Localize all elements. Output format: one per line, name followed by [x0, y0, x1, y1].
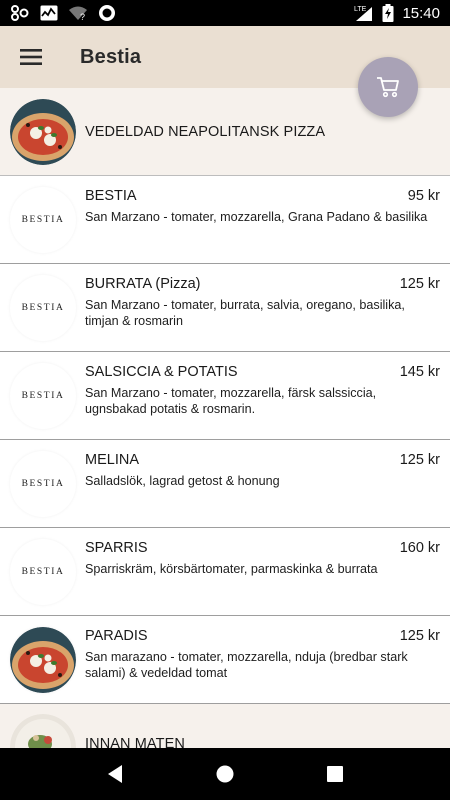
item-description: Salladslök, lagrad getost & honung: [85, 474, 280, 488]
item-name: SALSICCIA & POTATIS: [85, 364, 238, 380]
menu-button[interactable]: [0, 26, 62, 88]
dish-image: [10, 714, 76, 748]
home-icon: [216, 765, 234, 783]
hamburger-menu-icon: [20, 49, 42, 65]
item-price: 160 kr: [399, 540, 440, 556]
menu-item[interactable]: BESTIA BURRATA (Pizza) 125 kr San Marzan…: [0, 264, 450, 352]
item-price: 125 kr: [399, 452, 440, 468]
svg-text:LTE: LTE: [354, 6, 367, 13]
recents-icon: [327, 766, 343, 782]
item-name: SPARRIS: [85, 540, 148, 556]
item-price: 95 kr: [407, 188, 440, 204]
status-bar: ? LTE 15:40: [0, 0, 450, 26]
item-description: San Marzano - tomater, mozzarella, färsk…: [85, 386, 377, 416]
menu-item[interactable]: BESTIA SPARRIS 160 kr Sparriskräm, körsb…: [0, 528, 450, 616]
item-price: 125 kr: [399, 276, 440, 292]
brand-logo: BESTIA: [10, 275, 76, 341]
brand-logo: BESTIA: [10, 539, 76, 605]
brand-logo-text: BESTIA: [21, 303, 65, 313]
menu-item[interactable]: PARADIS 125 kr San marazano - tomater, m…: [0, 616, 450, 704]
item-name: BURRATA (Pizza): [85, 276, 201, 292]
wifi-unknown-icon: ?: [68, 5, 88, 21]
brand-logo: BESTIA: [10, 363, 76, 429]
category-header-innan-maten[interactable]: INNAN MATEN: [0, 704, 450, 748]
pizza-image: [10, 98, 76, 165]
status-time: 15:40: [402, 4, 440, 22]
signal-icon: LTE: [352, 4, 374, 22]
category-name: INNAN MATEN: [85, 736, 185, 748]
cart-button[interactable]: [358, 57, 418, 117]
brand-logo: BESTIA: [10, 451, 76, 517]
record-icon: [98, 4, 116, 22]
activity-icon: [40, 5, 58, 21]
item-description: Sparriskräm, körsbärtomater, parmaskinka…: [85, 562, 378, 576]
brand-logo-text: BESTIA: [21, 215, 65, 225]
menu-item[interactable]: BESTIA BESTIA 95 kr San Marzano - tomate…: [0, 176, 450, 264]
brand-logo: BESTIA: [10, 187, 76, 253]
category-name: VEDELDAD NEAPOLITANSK PIZZA: [85, 123, 326, 140]
pizza-image: [10, 627, 76, 693]
menu-list[interactable]: VEDELDAD NEAPOLITANSK PIZZA BESTIA BESTI…: [0, 88, 450, 748]
notification-icon: [10, 5, 30, 21]
back-icon: [108, 765, 122, 783]
menu-item[interactable]: BESTIA SALSICCIA & POTATIS 145 kr San Ma…: [0, 352, 450, 440]
navigation-bar: [0, 748, 450, 800]
status-bar-right: LTE 15:40: [352, 4, 440, 22]
item-name: MELINA: [85, 452, 139, 468]
item-price: 125 kr: [399, 628, 440, 644]
home-button[interactable]: [201, 750, 249, 798]
svg-text:?: ?: [80, 12, 85, 21]
back-button[interactable]: [91, 750, 139, 798]
item-name: BESTIA: [85, 188, 137, 204]
item-name: PARADIS: [85, 628, 148, 644]
app-title: Bestia: [80, 45, 142, 68]
shopping-cart-icon: [377, 77, 399, 98]
brand-logo-text: BESTIA: [21, 391, 65, 401]
menu-item[interactable]: BESTIA MELINA 125 kr Salladslök, lagrad …: [0, 440, 450, 528]
item-description: San Marzano - tomater, mozzarella, Grana…: [85, 210, 428, 224]
item-description: San Marzano - tomater, burrata, salvia, …: [85, 298, 405, 328]
battery-charging-icon: [382, 4, 394, 22]
recents-button[interactable]: [311, 750, 359, 798]
status-bar-left: ?: [10, 4, 116, 22]
brand-logo-text: BESTIA: [21, 567, 65, 577]
item-description: San marazano - tomater, mozzarella, nduj…: [85, 650, 408, 680]
brand-logo-text: BESTIA: [21, 479, 65, 489]
item-price: 145 kr: [399, 364, 440, 380]
